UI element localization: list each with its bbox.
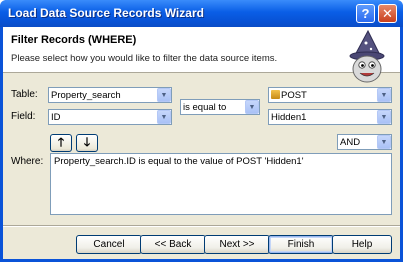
chevron-down-icon[interactable]: ▼	[245, 100, 259, 114]
cancel-button[interactable]: Cancel	[76, 235, 142, 254]
wizard-header: Filter Records (WHERE) Please select how…	[3, 27, 400, 73]
where-clause-text: Property_search.ID is equal to the value…	[54, 156, 304, 167]
next-button[interactable]: Next >>	[204, 235, 270, 254]
conjunction-select[interactable]: AND ▼	[337, 134, 392, 150]
operator-select[interactable]: is equal to ▼	[180, 99, 260, 115]
datasource-icon	[271, 89, 280, 99]
arrow-up-icon: 🡑	[57, 134, 65, 149]
source-field-select[interactable]: Hidden1 ▼	[268, 109, 392, 125]
wizard-icon	[349, 29, 385, 83]
move-up-button[interactable]: 🡑	[50, 134, 72, 152]
field-value: ID	[51, 111, 61, 123]
close-button[interactable]: ✕	[378, 4, 397, 23]
conjunction-value: AND	[340, 136, 361, 148]
field-label: Field:	[11, 111, 36, 122]
page-subtitle: Please select how you would like to filt…	[11, 53, 278, 64]
field-select[interactable]: ID ▼	[48, 109, 172, 125]
wizard-body: Filter Records (WHERE) Please select how…	[3, 27, 400, 259]
help-button[interactable]: Help	[332, 235, 392, 254]
title-bar: Load Data Source Records Wizard ? ✕	[0, 0, 403, 27]
chevron-down-icon[interactable]: ▼	[377, 88, 391, 102]
operator-value: is equal to	[183, 101, 227, 113]
source-field-value: Hidden1	[271, 111, 307, 123]
window-title: Load Data Source Records Wizard	[8, 6, 204, 20]
source-value: POST	[281, 89, 307, 101]
wizard-window: Load Data Source Records Wizard ? ✕ Filt…	[0, 0, 403, 262]
close-icon: ✕	[382, 5, 393, 21]
chevron-down-icon[interactable]: ▼	[157, 110, 171, 124]
table-value: Property_search	[51, 89, 121, 101]
where-label: Where:	[11, 156, 44, 167]
page-title: Filter Records (WHERE)	[11, 34, 137, 46]
finish-button[interactable]: Finish	[268, 235, 334, 254]
help-icon: ?	[361, 6, 370, 21]
divider	[3, 225, 400, 227]
chevron-down-icon[interactable]: ▼	[377, 110, 391, 124]
help-title-button[interactable]: ?	[356, 4, 375, 23]
chevron-down-icon[interactable]: ▼	[157, 88, 171, 102]
where-clause-box[interactable]: Property_search.ID is equal to the value…	[50, 153, 392, 215]
move-down-button[interactable]: 🡓	[76, 134, 98, 152]
table-label: Table:	[11, 89, 38, 100]
chevron-down-icon[interactable]: ▼	[377, 135, 391, 149]
table-select[interactable]: Property_search ▼	[48, 87, 172, 103]
back-button[interactable]: << Back	[140, 235, 206, 254]
arrow-down-icon: 🡓	[83, 134, 91, 149]
source-select[interactable]: POST ▼	[268, 87, 392, 103]
